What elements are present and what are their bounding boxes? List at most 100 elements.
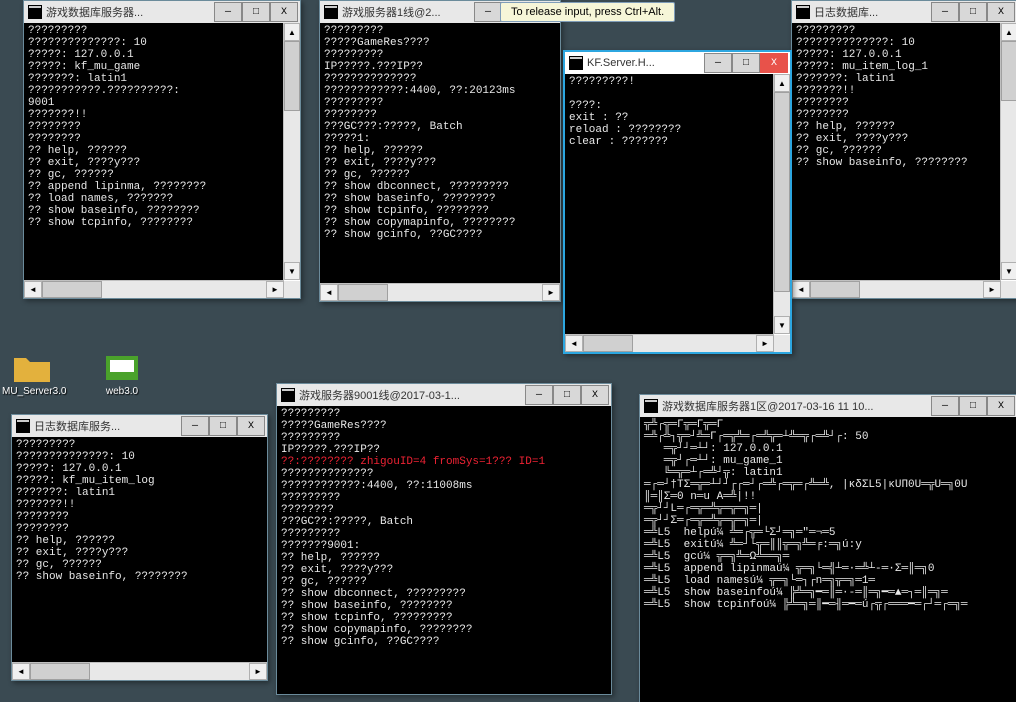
minimize-button[interactable]: — <box>474 2 502 22</box>
scroll-track[interactable] <box>284 41 300 262</box>
scrollbar-vertical[interactable]: ▲ ▼ <box>283 23 300 280</box>
window-title: 游戏数据库服务器1区@2017-03-16 11 10... <box>662 398 931 414</box>
scrollbar-horizontal[interactable]: ◄ ► <box>792 280 1001 298</box>
scroll-track[interactable] <box>42 281 266 298</box>
scrollbar-horizontal[interactable]: ◄ ► <box>24 280 284 298</box>
minimize-button[interactable]: — <box>931 2 959 22</box>
minimize-button[interactable]: — <box>181 416 209 436</box>
scrollbar-vertical[interactable]: ▲ ▼ <box>1000 23 1016 280</box>
desktop: MU_Server3.0 web3.0 To release input, pr… <box>0 0 1016 702</box>
console-output: ????????? ??????????????: 10 ?????: 127.… <box>12 437 267 663</box>
console-icon <box>796 5 810 19</box>
scroll-track[interactable] <box>338 284 542 301</box>
console-icon <box>324 5 338 19</box>
desktop-icon[interactable]: MU_Server3.0 <box>2 352 62 397</box>
maximize-button[interactable]: □ <box>732 53 760 73</box>
maximize-button[interactable]: □ <box>242 2 270 22</box>
scrollbar-vertical[interactable]: ▲ ▼ <box>773 74 790 334</box>
console-output: ????????? ?????GameRes???? ????????? IP?… <box>320 23 560 284</box>
folder-icon <box>12 352 52 384</box>
titlebar[interactable]: KF.Server.H... — □ X <box>565 52 790 75</box>
console-icon <box>569 56 583 70</box>
scroll-down-button[interactable]: ▼ <box>1001 262 1016 280</box>
app-icon <box>102 352 142 384</box>
minimize-button[interactable]: — <box>931 396 959 416</box>
window-title: 游戏服务器9001线@2017-03-1... <box>299 387 525 403</box>
scroll-left-button[interactable]: ◄ <box>792 281 810 298</box>
scrollbar-horizontal[interactable]: ◄ ► <box>565 334 774 352</box>
console-icon <box>28 5 42 19</box>
window-title: 游戏数据库服务器... <box>46 4 214 20</box>
window-game-server-1[interactable]: 游戏服务器1线@2... — □ X ????????? ?????GameRe… <box>319 0 561 302</box>
scroll-left-button[interactable]: ◄ <box>320 284 338 301</box>
titlebar[interactable]: 日志数据库服务... — □ X <box>12 415 267 438</box>
window-log-db-server[interactable]: 日志数据库服务... — □ X ????????? ?????????????… <box>11 414 268 681</box>
console-output: ?????????! ????: exit : ?? reload : ????… <box>565 74 774 335</box>
scroll-left-button[interactable]: ◄ <box>12 663 30 680</box>
minimize-button[interactable]: — <box>214 2 242 22</box>
window-title: 日志数据库服务... <box>34 418 181 434</box>
scrollbar-horizontal[interactable]: ◄ ► <box>12 662 267 680</box>
titlebar[interactable]: 游戏服务器9001线@2017-03-1... — □ X <box>277 384 611 407</box>
scroll-track[interactable] <box>30 663 249 680</box>
scroll-track[interactable] <box>810 281 983 298</box>
close-button[interactable]: X <box>987 396 1015 416</box>
window-title: KF.Server.H... <box>587 57 704 69</box>
scroll-thumb[interactable] <box>774 92 790 292</box>
titlebar[interactable]: 游戏数据库服务器1区@2017-03-16 11 10... — □ X <box>640 395 1016 418</box>
console-output: ????????? ?????GameRes???? ????????? IP?… <box>277 406 611 694</box>
maximize-button[interactable]: □ <box>553 385 581 405</box>
titlebar[interactable]: 日志数据库... — □ X <box>792 1 1016 24</box>
window-game-server-9001[interactable]: 游戏服务器9001线@2017-03-1... — □ X ????????? … <box>276 383 612 695</box>
scroll-left-button[interactable]: ◄ <box>24 281 42 298</box>
maximize-button[interactable]: □ <box>959 2 987 22</box>
scrollbar-horizontal[interactable]: ◄ ► <box>320 283 560 301</box>
window-title: 游戏服务器1线@2... <box>342 4 474 20</box>
scroll-up-button[interactable]: ▲ <box>1001 23 1016 41</box>
scrollbar-corner <box>1001 281 1016 298</box>
scroll-right-button[interactable]: ► <box>542 284 560 301</box>
scroll-right-button[interactable]: ► <box>983 281 1001 298</box>
console-output: ????????? ??????????????: 10 ?????: 127.… <box>792 23 1001 281</box>
close-button[interactable]: X <box>987 2 1015 22</box>
scroll-left-button[interactable]: ◄ <box>565 335 583 352</box>
close-button[interactable]: X <box>237 416 265 436</box>
close-button[interactable]: X <box>270 2 298 22</box>
scroll-thumb[interactable] <box>42 281 102 298</box>
console-icon <box>16 419 30 433</box>
scroll-track[interactable] <box>583 335 756 352</box>
scroll-track[interactable] <box>774 92 790 316</box>
window-log-db[interactable]: 日志数据库... — □ X ????????? ??????????????:… <box>791 0 1016 299</box>
maximize-button[interactable]: □ <box>209 416 237 436</box>
scroll-thumb[interactable] <box>284 41 300 111</box>
minimize-button[interactable]: — <box>704 53 732 73</box>
scroll-track[interactable] <box>1001 41 1016 262</box>
scroll-down-button[interactable]: ▼ <box>774 316 790 334</box>
scroll-up-button[interactable]: ▲ <box>774 74 790 92</box>
scroll-thumb[interactable] <box>1001 41 1016 101</box>
scroll-right-button[interactable]: ► <box>249 663 267 680</box>
console-icon <box>281 388 295 402</box>
window-game-db-server[interactable]: 游戏数据库服务器... — □ X ????????? ????????????… <box>23 0 301 299</box>
close-button[interactable]: X <box>581 385 609 405</box>
maximize-button[interactable]: □ <box>959 396 987 416</box>
titlebar[interactable]: 游戏数据库服务器... — □ X <box>24 1 300 24</box>
desktop-icon-label: web3.0 <box>92 386 152 397</box>
minimize-button[interactable]: — <box>525 385 553 405</box>
window-kf-server[interactable]: KF.Server.H... — □ X ?????????! ????: ex… <box>563 50 792 354</box>
window-game-db-server-zone1[interactable]: 游戏数据库服务器1区@2017-03-16 11 10... — □ X ╦╩┌… <box>639 394 1016 702</box>
scroll-thumb[interactable] <box>810 281 860 298</box>
window-title: 日志数据库... <box>814 4 931 20</box>
scrollbar-corner <box>774 335 790 352</box>
scroll-up-button[interactable]: ▲ <box>284 23 300 41</box>
scroll-thumb[interactable] <box>583 335 633 352</box>
scrollbar-corner <box>284 281 300 298</box>
close-button[interactable]: X <box>760 53 788 73</box>
desktop-icon[interactable]: web3.0 <box>92 352 152 397</box>
scroll-right-button[interactable]: ► <box>266 281 284 298</box>
scroll-thumb[interactable] <box>30 663 90 680</box>
desktop-icon-label: MU_Server3.0 <box>2 386 62 397</box>
scroll-down-button[interactable]: ▼ <box>284 262 300 280</box>
scroll-right-button[interactable]: ► <box>756 335 774 352</box>
scroll-thumb[interactable] <box>338 284 388 301</box>
